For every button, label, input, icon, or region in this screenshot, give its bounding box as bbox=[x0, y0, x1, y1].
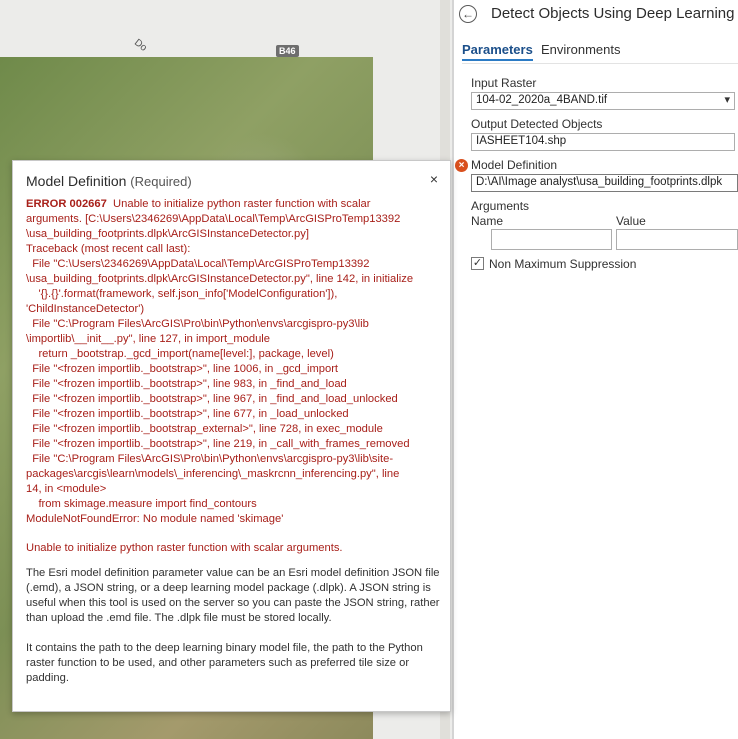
input-raster-label: Input Raster bbox=[471, 76, 537, 90]
popup-title-text: Model Definition bbox=[26, 173, 127, 189]
close-icon[interactable]: × bbox=[430, 171, 438, 187]
error-traceback: Unable to initialize python raster funct… bbox=[26, 198, 414, 525]
model-definition-popup: Model Definition (Required) × ERROR 0026… bbox=[12, 160, 451, 712]
argument-name-input[interactable] bbox=[491, 229, 612, 250]
arguments-label: Arguments bbox=[471, 199, 530, 213]
tab-divider bbox=[462, 63, 738, 64]
input-raster-select[interactable]: 104-02_2020a_4BAND.tif bbox=[471, 92, 735, 110]
output-objects-field[interactable]: IASHEET104.shp bbox=[471, 133, 735, 151]
tab-parameters[interactable]: Parameters bbox=[462, 42, 533, 61]
tool-title: Detect Objects Using Deep Learning bbox=[491, 5, 735, 22]
back-arrow-icon[interactable]: ← bbox=[459, 5, 477, 23]
popup-required-text: (Required) bbox=[130, 174, 192, 189]
error-message: ERROR 002667 Unable to initialize python… bbox=[26, 197, 440, 527]
argument-value-input[interactable] bbox=[616, 229, 738, 250]
arguments-name-header: Name bbox=[471, 214, 504, 228]
error-icon[interactable]: × bbox=[455, 159, 468, 172]
nms-label: Non Maximum Suppression bbox=[489, 257, 637, 271]
arguments-value-header: Value bbox=[616, 214, 646, 228]
road-label: Do bbox=[131, 37, 149, 54]
tab-environments[interactable]: Environments bbox=[541, 42, 620, 57]
geoprocessing-pane: ← Detect Objects Using Deep Learning Par… bbox=[454, 0, 738, 739]
input-raster-value: 104-02_2020a_4BAND.tif bbox=[476, 94, 608, 106]
popup-body: ERROR 002667 Unable to initialize python… bbox=[26, 197, 440, 686]
popup-title: Model Definition (Required) bbox=[26, 173, 192, 189]
model-definition-field[interactable]: D:\AI\Image analyst\usa_building_footpri… bbox=[471, 174, 738, 192]
description-paragraph-2: It contains the path to the deep learnin… bbox=[26, 642, 423, 684]
error-code: ERROR 002667 bbox=[26, 198, 107, 210]
road-shield: B46 bbox=[276, 45, 299, 57]
nms-checkbox[interactable]: ✓ bbox=[471, 257, 484, 270]
output-objects-label: Output Detected Objects bbox=[471, 117, 603, 131]
description-paragraph-1: The Esri model definition parameter valu… bbox=[26, 567, 440, 624]
error-summary: Unable to initialize python raster funct… bbox=[26, 542, 343, 554]
model-definition-label: Model Definition bbox=[471, 158, 558, 172]
